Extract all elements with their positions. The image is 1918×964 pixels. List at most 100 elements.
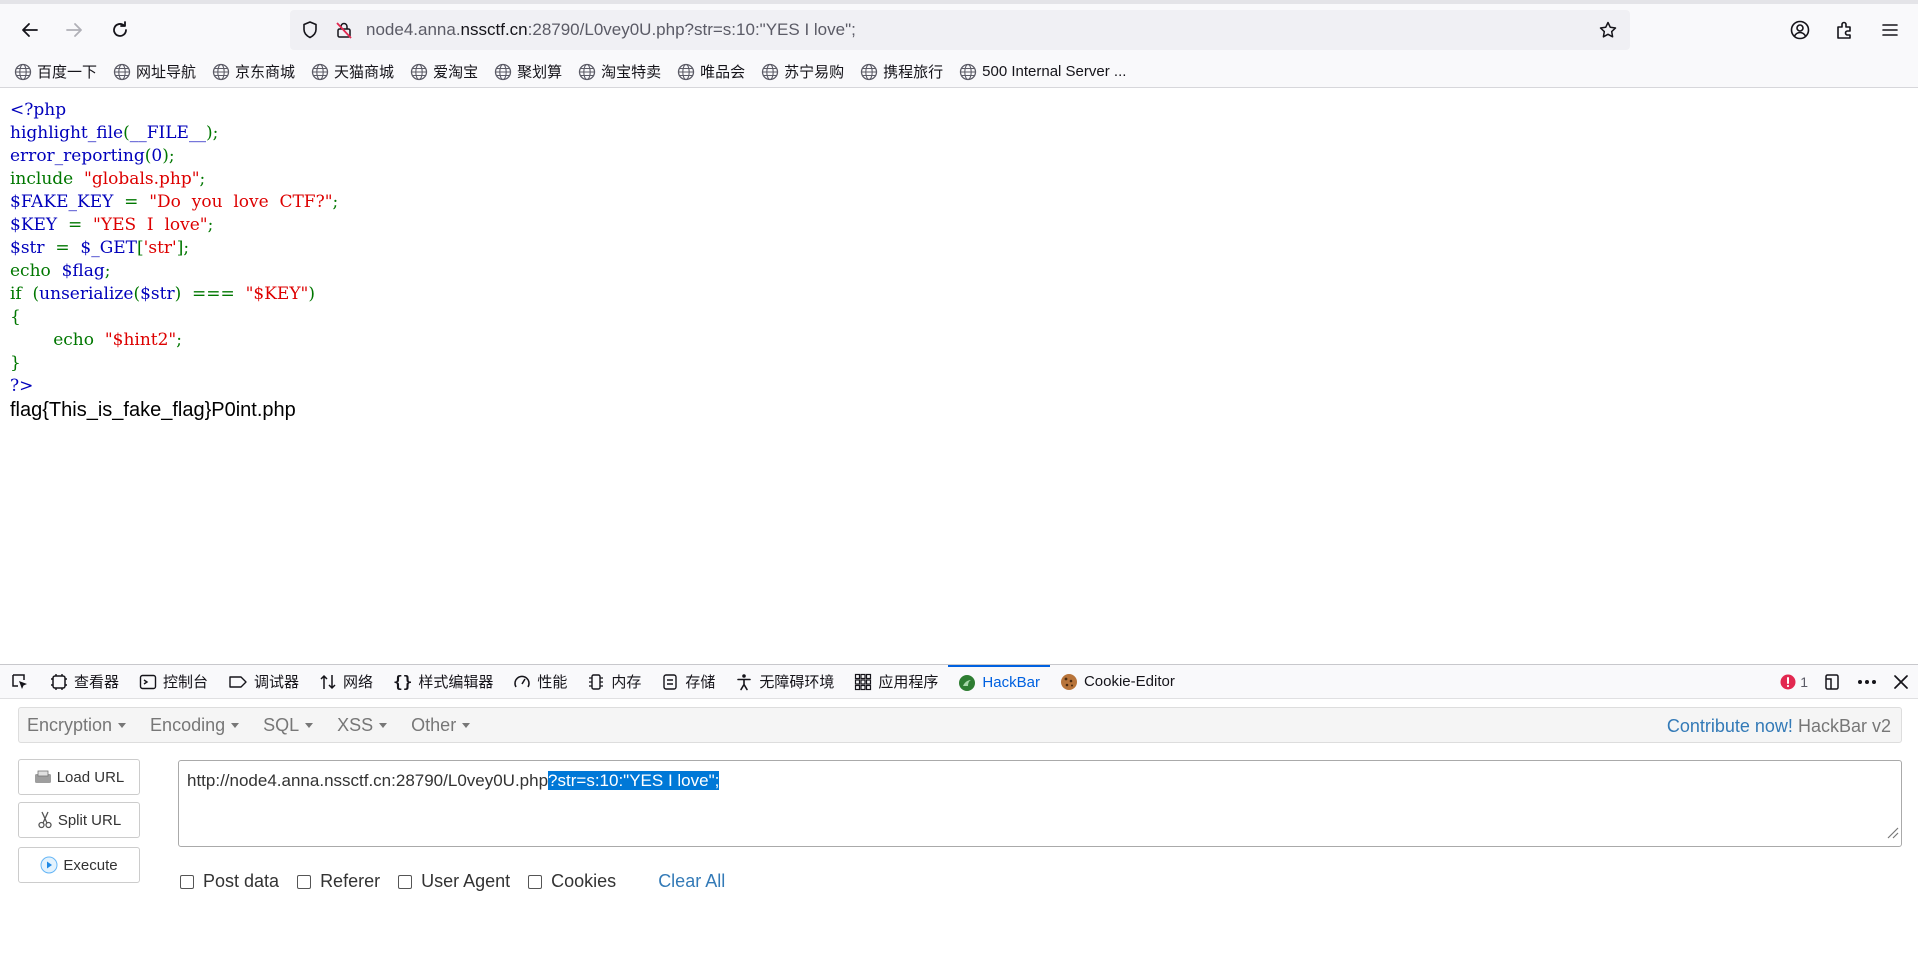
code-token: include [10, 169, 85, 189]
cookie-icon [1060, 673, 1078, 691]
code-token: highlight_file [10, 123, 124, 143]
checkbox-box[interactable] [180, 874, 194, 889]
star-icon[interactable] [1596, 18, 1620, 42]
more-icon [1858, 680, 1876, 684]
split-url-button[interactable]: Split URL [18, 802, 140, 838]
tab-accessibility[interactable]: 无障碍环境 [725, 665, 844, 699]
code-token: = [55, 238, 81, 258]
bookmark-item[interactable]: 网址导航 [113, 61, 196, 82]
bookmark-item[interactable]: 聚划算 [494, 61, 562, 82]
dock-toggle-button[interactable] [1822, 672, 1842, 692]
forward-button[interactable] [58, 14, 90, 46]
code-token: "Do you love CTF?" [149, 192, 333, 212]
code-line: ?> [10, 375, 338, 398]
code-token: ; [176, 330, 182, 350]
tab-hackbar[interactable]: HackBar [948, 664, 1050, 699]
devtools-menu-button[interactable] [1856, 672, 1878, 692]
grid-icon [854, 673, 872, 691]
code-line: } [10, 352, 338, 375]
cookies-checkbox[interactable]: Cookies [528, 871, 616, 892]
code-token: ?> [10, 376, 34, 396]
checkbox-box[interactable] [297, 874, 312, 889]
menu-encoding[interactable]: Encoding [142, 715, 247, 736]
post-data-checkbox[interactable]: Post data [180, 871, 279, 892]
bookmark-item[interactable]: 天猫商城 [311, 61, 394, 82]
checkbox-box[interactable] [528, 874, 543, 889]
execute-button[interactable]: Execute [18, 847, 140, 883]
code-line: <?php [10, 99, 338, 122]
tab-style-editor[interactable]: {} 样式编辑器 [383, 665, 503, 699]
globe-icon [761, 63, 779, 81]
devtools-right-controls: 1 [1766, 665, 1910, 699]
account-icon[interactable] [1786, 16, 1814, 44]
url-plain-text: http://node4.anna.nssctf.cn:28790/L0vey0… [187, 771, 549, 790]
tab-storage[interactable]: 存储 [651, 665, 725, 699]
bookmark-item[interactable]: 唯品会 [677, 61, 745, 82]
tab-cookie-editor[interactable]: Cookie-Editor [1050, 665, 1185, 699]
extensions-icon[interactable] [1831, 16, 1859, 44]
debugger-icon [228, 673, 248, 691]
menu-sql[interactable]: SQL [255, 715, 321, 736]
hamburger-menu-icon[interactable] [1876, 16, 1904, 44]
error-count: 1 [1800, 674, 1808, 690]
resize-grip-icon[interactable] [1885, 825, 1899, 844]
user-agent-checkbox[interactable]: User Agent [398, 871, 510, 892]
code-token: = [67, 215, 94, 235]
menu-xss[interactable]: XSS [329, 715, 395, 736]
bookmark-item[interactable]: 爱淘宝 [410, 61, 478, 82]
bookmark-item[interactable]: 500 Internal Server ... [959, 63, 1126, 81]
contribute-link[interactable]: Contribute now! [1667, 716, 1793, 736]
error-indicator[interactable]: 1 [1780, 674, 1808, 690]
hackbar-version: HackBar v2 [1797, 716, 1891, 736]
globe-icon [212, 63, 230, 81]
code-token: $flag [61, 261, 105, 281]
tab-memory[interactable]: 内存 [577, 665, 651, 699]
code-token: ); [205, 123, 219, 143]
tab-performance[interactable]: 性能 [503, 665, 577, 699]
close-icon [1894, 675, 1908, 689]
referer-checkbox[interactable]: Referer [297, 871, 380, 892]
bookmark-item[interactable]: 京东商城 [212, 61, 295, 82]
shield-icon[interactable] [298, 18, 322, 42]
code-line: highlight_file(__FILE__); [10, 122, 338, 145]
code-token: 0 [151, 146, 163, 166]
play-icon [40, 856, 58, 874]
code-token: "globals.php" [84, 169, 200, 189]
browser-toolbar: node4.anna.nssctf.cn:28790/L0vey0U.php?s… [0, 0, 1918, 56]
insecure-lock-icon[interactable] [332, 18, 356, 42]
code-line: include "globals.php"; [10, 168, 338, 191]
devtools-close-button[interactable] [1892, 673, 1910, 691]
menu-encryption[interactable]: Encryption [19, 715, 134, 736]
code-line: $str = $_GET['str']; [10, 237, 338, 260]
hackbar-url-textarea[interactable]: http://node4.anna.nssctf.cn:28790/L0vey0… [178, 760, 1902, 847]
globe-icon [494, 63, 512, 81]
code-token: ) [308, 284, 316, 304]
bookmark-item[interactable]: 携程旅行 [860, 61, 943, 82]
code-token: if ( [10, 284, 40, 304]
tab-console[interactable]: 控制台 [129, 665, 218, 699]
url-text[interactable]: node4.anna.nssctf.cn:28790/L0vey0U.php?s… [366, 20, 856, 40]
menu-other[interactable]: Other [403, 715, 478, 736]
code-token: ; [199, 169, 206, 189]
clear-all-link[interactable]: Clear All [658, 871, 725, 892]
checkbox-box[interactable] [398, 874, 413, 889]
reload-button[interactable] [104, 14, 136, 46]
address-bar[interactable]: node4.anna.nssctf.cn:28790/L0vey0U.php?s… [290, 10, 1630, 50]
caret-down-icon [118, 723, 127, 729]
bookmark-item[interactable]: 淘宝特卖 [578, 61, 661, 82]
tab-network[interactable]: 网络 [309, 665, 383, 699]
back-button[interactable] [14, 14, 46, 46]
memory-icon [587, 673, 605, 691]
bookmark-item[interactable]: 苏宁易购 [761, 61, 844, 82]
code-line: echo "$hint2"; [10, 329, 338, 352]
load-url-button[interactable]: Load URL [18, 759, 140, 795]
php-source-code: <?php highlight_file(__FILE__); error_repo… [10, 99, 338, 398]
element-picker-button[interactable] [0, 665, 40, 699]
tab-application[interactable]: 应用程序 [844, 665, 948, 699]
storage-icon [661, 673, 679, 691]
dock-icon [1825, 674, 1839, 690]
code-token: <?php [10, 100, 67, 120]
bookmark-item[interactable]: 百度一下 [14, 61, 97, 82]
tab-debugger[interactable]: 调试器 [218, 665, 309, 699]
tab-inspector[interactable]: 查看器 [40, 665, 129, 699]
